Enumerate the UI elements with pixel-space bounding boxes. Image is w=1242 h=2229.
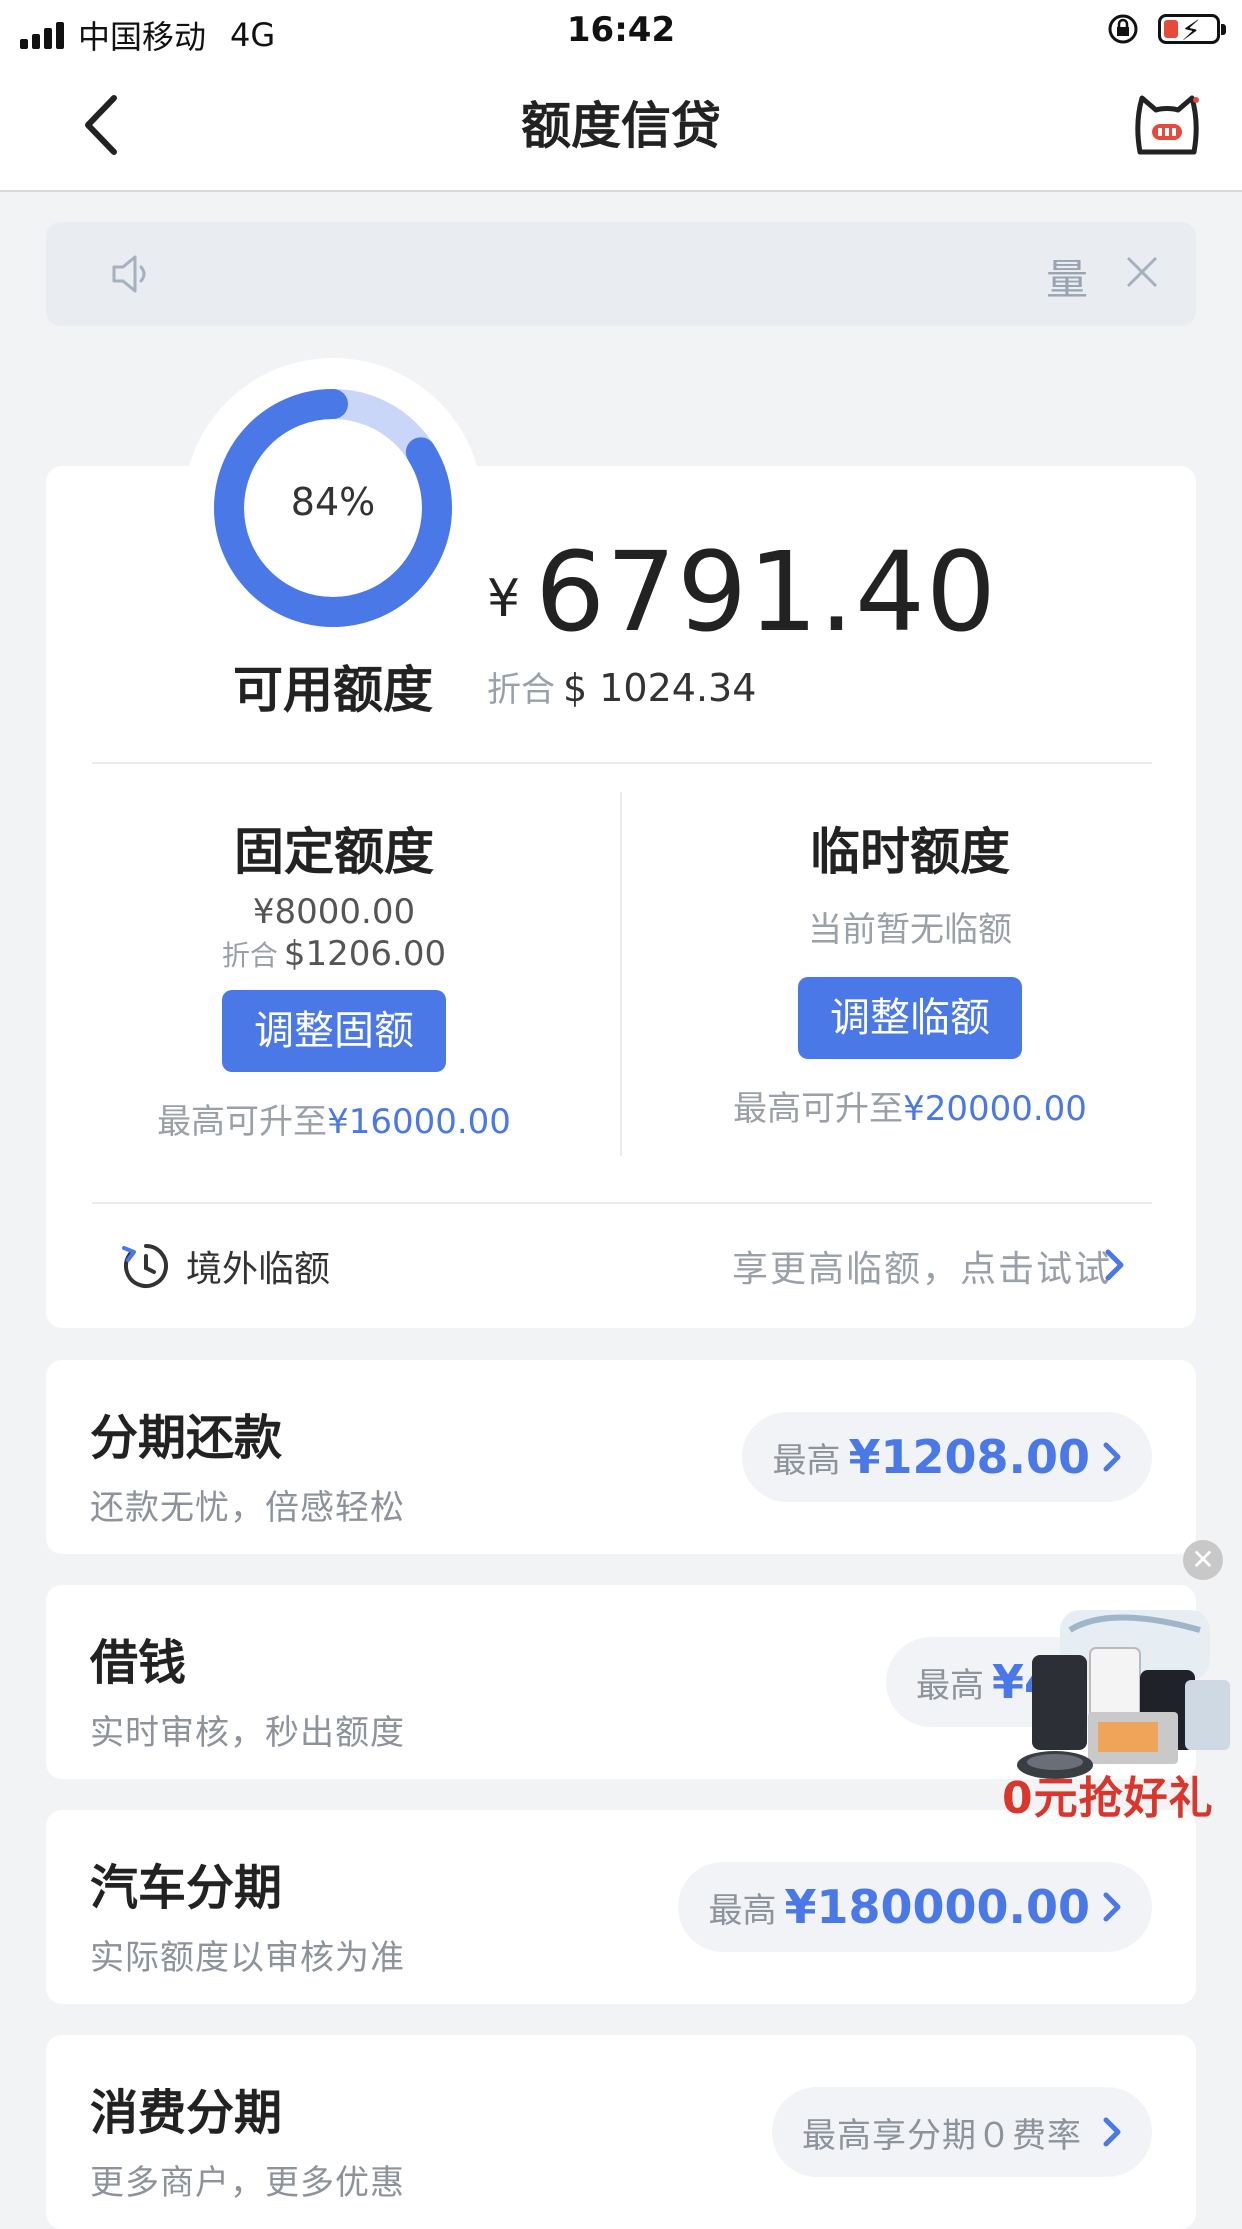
product-title: 汽车分期: [90, 1860, 283, 1916]
converted-label: 折合: [487, 670, 555, 710]
product-title: 借钱: [90, 1635, 187, 1691]
fixed-converted-amount: $1206.00: [283, 934, 447, 974]
clock-plane-icon: [122, 1244, 168, 1288]
status-right: ⚡: [1106, 12, 1226, 47]
fixed-max-label: 最高可升至: [157, 1102, 328, 1142]
battery-icon: ⚡: [1158, 14, 1226, 47]
product-subtitle: 实时审核，秒出额度: [90, 1713, 405, 1753]
orientation-lock-icon: [1108, 14, 1138, 44]
available-amount: ¥6791.40: [487, 528, 997, 656]
adjust-temp-button[interactable]: 调整临额: [798, 977, 1022, 1059]
pill-label: 最高: [916, 1665, 984, 1706]
divider: [92, 1202, 1152, 1204]
product-title: 消费分期: [90, 2085, 283, 2141]
notice-text: 量: [1046, 255, 1089, 304]
pill-label: 最高: [708, 1890, 777, 1931]
product-limit-pill[interactable]: 最高享分期０费率: [772, 2087, 1152, 2177]
promo-text[interactable]: 0元抢好礼: [1002, 1762, 1214, 1826]
product-limit-pill[interactable]: 最高 ¥1208.00: [742, 1412, 1152, 1502]
product-card-consumer-installment[interactable]: 消费分期 更多商户，更多优惠 最高享分期０费率: [46, 2035, 1196, 2229]
speaker-icon: [112, 255, 146, 293]
temp-max-label: 最高可升至: [733, 1089, 904, 1129]
adjust-fixed-button[interactable]: 调整固额: [222, 990, 446, 1072]
status-time: 16:42: [566, 10, 676, 50]
fixed-credit-converted: 折合 $1206.00: [46, 934, 622, 974]
pill-value: ¥1208.00: [848, 1430, 1090, 1484]
product-subtitle: 还款无忧，倍感轻松: [90, 1488, 405, 1528]
product-subtitle: 更多商户，更多优惠: [90, 2163, 405, 2203]
fixed-credit-column: 固定额度 ¥8000.00 折合 $1206.00 调整固额 最高可升至¥1600…: [46, 812, 622, 1143]
nav-bar: 额度信贷: [0, 62, 1242, 192]
chevron-right-icon: [1103, 1892, 1121, 1922]
temp-credit-title: 临时额度: [810, 823, 1010, 881]
page-title: 额度信贷: [521, 97, 721, 155]
available-converted: 折合 $ 1024.34: [487, 662, 756, 711]
status-bar: 中国移动 4G 16:42 ⚡: [0, 0, 1242, 62]
fixed-converted-label: 折合: [221, 939, 278, 972]
product-card-installment-repay[interactable]: 分期还款 还款无忧，倍感轻松 最高 ¥1208.00: [46, 1360, 1196, 1554]
pill-label: 最高: [772, 1440, 841, 1481]
chevron-right-icon[interactable]: [1104, 1248, 1126, 1282]
divider: [92, 762, 1152, 764]
promo-close-icon[interactable]: ✕: [1183, 1540, 1223, 1580]
temp-credit-status: 当前暂无临额: [808, 910, 1012, 950]
currency-symbol: ¥: [487, 569, 522, 629]
overseas-credit-hint[interactable]: 享更高临额，点击试试: [732, 1240, 1112, 1292]
notice-bar[interactable]: 量: [46, 222, 1196, 326]
product-card-car-loan[interactable]: 汽车分期 实际额度以审核为准 最高 ¥180000.00: [46, 1810, 1196, 2004]
temp-max-text: 最高可升至¥20000.00: [622, 1081, 1198, 1130]
fixed-max-value: ¥16000.00: [327, 1102, 511, 1142]
converted-amount: $ 1024.34: [563, 666, 757, 710]
temp-credit-column: 临时额度 当前暂无临额 调整临额 最高可升至¥20000.00: [622, 812, 1198, 1130]
fixed-credit-title: 固定额度: [234, 823, 434, 881]
close-icon[interactable]: [1122, 252, 1162, 292]
ring-percent-label: 84%: [290, 480, 376, 524]
product-subtitle: 实际额度以审核为准: [90, 1938, 405, 1978]
temp-max-value: ¥20000.00: [903, 1089, 1087, 1129]
cat-assistant-icon[interactable]: [1132, 90, 1202, 160]
product-title: 分期还款: [90, 1410, 283, 1466]
pill-label: 最高享分期０费率: [802, 2115, 1082, 2156]
product-limit-pill[interactable]: 最高 ¥180000.00: [678, 1862, 1152, 1952]
available-credit-label: 可用额度: [233, 661, 433, 719]
fixed-max-text: 最高可升至¥16000.00: [46, 1094, 622, 1143]
available-amount-value: 6791.40: [535, 528, 997, 656]
chevron-right-icon: [1103, 2117, 1121, 2147]
overseas-credit-label[interactable]: 境外临额: [186, 1240, 330, 1292]
pill-value: ¥180000.00: [784, 1880, 1090, 1934]
fixed-credit-amount: ¥8000.00: [252, 892, 416, 932]
chevron-right-icon: [1103, 1442, 1121, 1472]
